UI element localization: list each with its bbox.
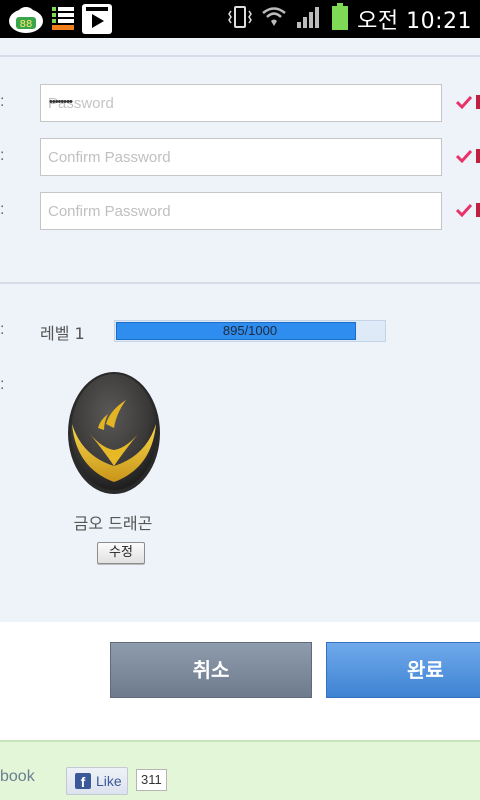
- signal-icon: [295, 4, 323, 34]
- check-icon: [456, 203, 472, 217]
- password-mask: ••••••••: [49, 96, 73, 108]
- field-marker: [476, 203, 480, 217]
- done-button[interactable]: 완료: [326, 642, 480, 698]
- edit-button[interactable]: 수정: [97, 542, 145, 564]
- vibrate-icon: [227, 4, 253, 34]
- divider: [0, 55, 480, 57]
- footer-text: book: [0, 768, 35, 785]
- clock: 오전 10:21: [357, 9, 472, 34]
- dragon-name: 금오 드래곤: [73, 514, 153, 533]
- dragon-egg-image: [66, 370, 162, 496]
- divider: [0, 282, 480, 284]
- field-marker: [476, 95, 480, 109]
- check-icon: [456, 95, 472, 109]
- row-label: :: [0, 201, 5, 218]
- facebook-icon: f: [75, 773, 91, 790]
- facebook-like-button[interactable]: f Like: [66, 767, 128, 795]
- like-label: Like: [96, 773, 122, 789]
- like-count: 311: [136, 769, 167, 791]
- check-icon: [456, 149, 472, 163]
- wifi-icon: [261, 4, 287, 34]
- level-text: 레벨 1: [40, 324, 85, 343]
- cancel-button[interactable]: 취소: [110, 642, 312, 698]
- row-label: :: [0, 376, 5, 393]
- svg-text:88: 88: [20, 19, 33, 30]
- row-label: :: [0, 321, 5, 338]
- play-store-icon: [82, 4, 112, 34]
- password-input[interactable]: Password ••••••••: [40, 84, 442, 122]
- footer: book f Like 311: [0, 740, 480, 800]
- level-progress-bar: 895/1000: [114, 320, 386, 342]
- confirm-password-input[interactable]: Confirm Password: [40, 138, 442, 176]
- row-label: :: [0, 93, 5, 110]
- row-label: :: [0, 147, 5, 164]
- battery-icon: [331, 3, 349, 35]
- app-notification-icon: 88: [8, 4, 44, 34]
- progress-text: 895/1000: [222, 323, 278, 338]
- confirm-password-input-2[interactable]: Confirm Password: [40, 192, 442, 230]
- list-icon: [52, 7, 74, 31]
- field-marker: [476, 149, 480, 163]
- status-bar: 88 오전 10:21: [0, 0, 480, 38]
